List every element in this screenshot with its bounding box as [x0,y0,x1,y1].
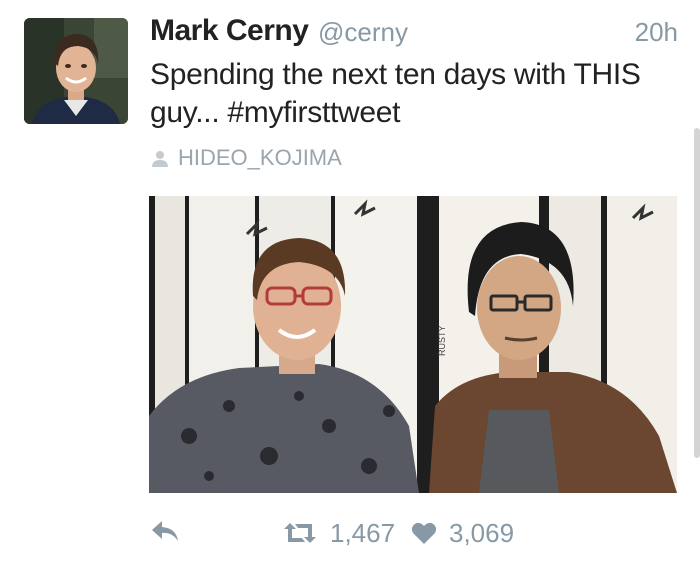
author-avatar[interactable] [24,18,128,124]
author-name[interactable]: Mark Cerny [150,14,309,48]
tweet-card[interactable]: Mark Cerny @cerny 20h Spending the next … [0,0,700,564]
like-count: 3,069 [449,517,515,548]
tagged-user[interactable]: HIDEO_KOJIMA [150,144,342,172]
photo-image: RUSTY [149,196,677,493]
tweet-header: Mark Cerny @cerny 20h [150,12,680,52]
tweet-photo[interactable]: RUSTY [149,196,677,493]
tweet-text: Spending the next ten days with THIS guy… [150,56,670,132]
tweet-timestamp[interactable]: 20h [635,17,678,48]
retweet-icon [284,523,316,543]
author-handle[interactable]: @cerny [318,17,408,48]
avatar-image [24,18,128,124]
heart-icon [411,522,437,544]
photo-sign-text: RUSTY [437,325,447,356]
tweet-text-line: Spending the next ten days with THIS [150,58,641,91]
retweet-button[interactable]: 1,467 [282,515,395,551]
tweet-actions: 1,467 3,069 [150,515,670,551]
retweet-count: 1,467 [330,517,396,548]
like-button[interactable]: 3,069 [411,515,514,551]
reply-icon[interactable] [150,519,180,545]
tagged-user-name[interactable]: HIDEO_KOJIMA [178,145,342,171]
person-icon [152,151,168,167]
scrollbar[interactable] [694,128,700,458]
tweet-text-line: guy... #myfirsttweet [150,96,401,129]
